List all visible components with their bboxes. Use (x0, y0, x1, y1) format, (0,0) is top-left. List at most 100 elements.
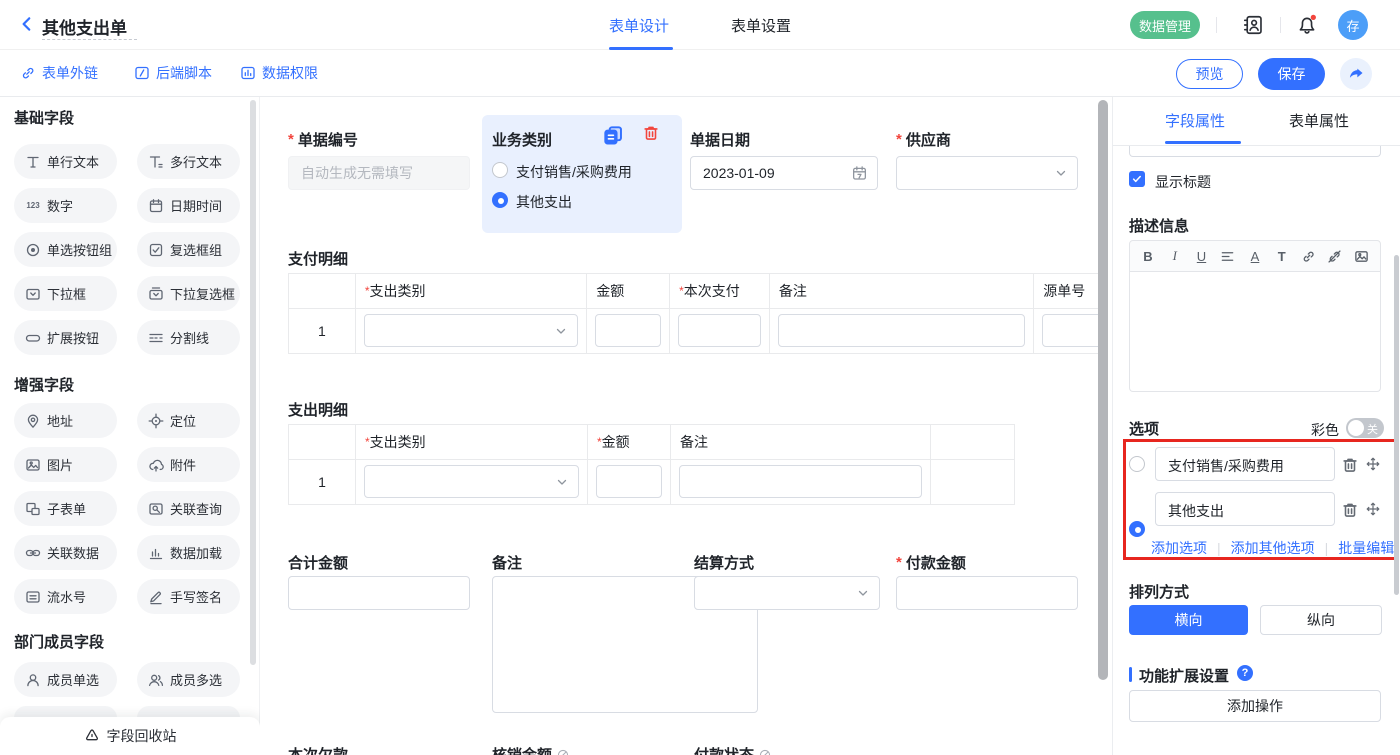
underline-icon[interactable]: U (1194, 249, 1210, 264)
tab-form-settings[interactable]: 表单设置 (731, 15, 791, 36)
sidebar-item-multi-line-text[interactable]: 多行文本 (137, 144, 240, 179)
option-2-move-icon[interactable] (1365, 501, 1381, 517)
arrangement-vertical-button[interactable]: 纵向 (1260, 605, 1382, 635)
pay-amount-input[interactable] (896, 576, 1078, 610)
cell-expense-type (356, 309, 587, 353)
sidebar-item-select[interactable]: 下拉框 (14, 276, 117, 311)
radio-option-2-label: 其他支出 (516, 192, 572, 212)
basic-fields-grid: 单行文本 多行文本 123数字 日期时间 单选按钮组 复选框组 下拉框 下拉复选… (14, 144, 240, 355)
sidebar-item-extend-button[interactable]: 扩展按钮 (14, 320, 117, 355)
source-no-input[interactable] (1042, 314, 1098, 347)
settlement-select[interactable] (694, 576, 880, 610)
expense-type-select[interactable] (364, 314, 578, 347)
sidebar-scrollbar[interactable] (250, 100, 256, 665)
sidebar-item-attachment[interactable]: 附件 (137, 447, 240, 482)
contacts-icon[interactable] (1242, 14, 1264, 36)
remark-input[interactable] (778, 314, 1025, 347)
debt-label: 本次欠款 (288, 744, 348, 755)
sidebar-item-serial-number[interactable]: 流水号 (14, 579, 117, 614)
panel-scrollbar[interactable] (1394, 255, 1399, 595)
sidebar-item-location[interactable]: 定位 (137, 403, 240, 438)
notification-bell-icon[interactable] (1296, 13, 1318, 35)
help-icon[interactable]: ? (1237, 665, 1253, 681)
supplier-select[interactable] (896, 156, 1078, 190)
this-payment-input[interactable] (678, 314, 761, 347)
data-manage-button[interactable]: 数据管理 (1130, 11, 1200, 39)
sidebar-item-member-multi[interactable]: 成员多选 (137, 662, 240, 697)
amount-input[interactable] (595, 314, 661, 347)
delete-field-icon[interactable] (642, 124, 660, 142)
sidebar-item-member-single[interactable]: 成员单选 (14, 662, 117, 697)
item-label: 下拉复选框 (170, 284, 235, 303)
selected-field-business-category[interactable]: 业务类别 支付销售/采购费用 其他支出 (482, 115, 682, 233)
tab-form-properties[interactable]: 表单属性 (1289, 110, 1349, 131)
field-title-input-partial[interactable] (1129, 146, 1381, 157)
add-other-option-link[interactable]: 添加其他选项 (1231, 538, 1315, 558)
amount-input[interactable] (596, 465, 662, 498)
share-button[interactable] (1340, 58, 1372, 90)
sidebar-item-multi-select[interactable]: 下拉复选框 (137, 276, 240, 311)
option-1-move-icon[interactable] (1365, 456, 1381, 472)
sidebar-item-image[interactable]: 图片 (14, 447, 117, 482)
sidebar-item-radio-group[interactable]: 单选按钮组 (14, 232, 117, 267)
unlink-icon[interactable] (1327, 249, 1343, 264)
expense-type-select[interactable] (364, 465, 579, 498)
link-icon[interactable] (1301, 249, 1317, 264)
chevron-down-icon (1053, 165, 1069, 181)
copy-field-icon[interactable] (602, 124, 624, 146)
sidebar-item-datetime[interactable]: 日期时间 (137, 188, 240, 223)
option-2-delete-icon[interactable] (1341, 501, 1359, 519)
tab-form-design[interactable]: 表单设计 (609, 15, 669, 36)
option-1-delete-icon[interactable] (1341, 456, 1359, 474)
tab-field-properties[interactable]: 字段属性 (1165, 110, 1225, 131)
section-title-member: 部门成员字段 (14, 631, 104, 652)
align-icon[interactable] (1220, 249, 1236, 264)
radio-option-1[interactable] (492, 162, 508, 178)
sidebar-item-signature[interactable]: 手写签名 (137, 579, 240, 614)
doc-date-input[interactable]: 2023-01-09 (690, 156, 878, 190)
sidebar-item-number[interactable]: 123数字 (14, 188, 117, 223)
avatar[interactable]: 存 (1338, 10, 1368, 40)
canvas-scrollbar[interactable] (1098, 100, 1108, 680)
sidebar-item-data-load[interactable]: 数据加载 (137, 535, 240, 570)
color-toggle[interactable]: 关 (1346, 418, 1384, 438)
sidebar-item-subform[interactable]: 子表单 (14, 491, 117, 526)
total-amount-input[interactable] (288, 576, 470, 610)
font-size-icon[interactable]: T (1274, 249, 1290, 264)
description-editor-body[interactable] (1129, 272, 1381, 392)
option-1-input[interactable]: 支付销售/采购费用 (1155, 447, 1335, 481)
data-permission-link[interactable]: 数据权限 (240, 63, 318, 83)
arrangement-horizontal-button[interactable]: 横向 (1129, 605, 1248, 635)
italic-icon[interactable]: I (1167, 248, 1183, 264)
sidebar-item-related-query[interactable]: 关联查询 (137, 491, 240, 526)
label-text: 供应商 (906, 129, 951, 150)
backend-script-link[interactable]: 后端脚本 (134, 63, 212, 83)
remark-input[interactable] (679, 465, 922, 498)
insert-image-icon[interactable] (1354, 249, 1370, 264)
font-color-icon[interactable]: A (1247, 249, 1263, 264)
link-separator: | (1217, 540, 1221, 556)
sidebar-item-divider-line[interactable]: 分割线 (137, 320, 240, 355)
batch-edit-link[interactable]: 批量编辑 (1338, 538, 1394, 558)
doc-no-input-field[interactable] (289, 157, 469, 189)
show-title-checkbox[interactable] (1129, 171, 1145, 187)
sidebar-item-checkbox-group[interactable]: 复选框组 (137, 232, 240, 267)
option-2-input[interactable]: 其他支出 (1155, 492, 1335, 526)
sidebar-item-related-data[interactable]: 关联数据 (14, 535, 117, 570)
add-action-button[interactable]: 添加操作 (1129, 690, 1381, 722)
radio-option-2[interactable] (492, 192, 508, 208)
add-option-link[interactable]: 添加选项 (1151, 538, 1207, 558)
bold-icon[interactable]: B (1140, 249, 1156, 264)
field-recycle-bin[interactable]: 字段回收站 (0, 717, 260, 755)
sidebar-item-single-line-text[interactable]: 单行文本 (14, 144, 117, 179)
preview-button[interactable]: 预览 (1176, 59, 1243, 89)
back-icon[interactable] (18, 15, 36, 33)
col-label: 备注 (680, 432, 708, 452)
doc-no-input[interactable] (288, 156, 470, 190)
save-button[interactable]: 保存 (1258, 58, 1325, 90)
cell-remark (671, 460, 931, 504)
option-2-radio[interactable] (1129, 521, 1145, 537)
form-external-link[interactable]: 表单外链 (20, 63, 98, 83)
option-1-radio[interactable] (1129, 456, 1145, 472)
sidebar-item-address[interactable]: 地址 (14, 403, 117, 438)
